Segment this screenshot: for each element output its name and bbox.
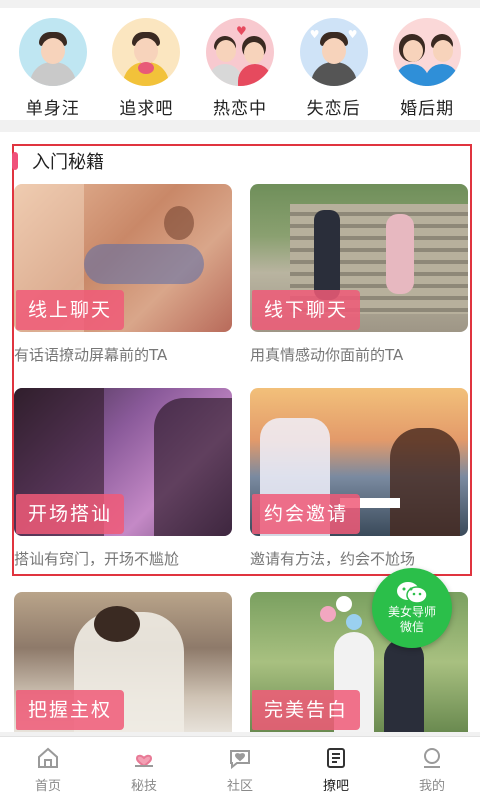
card-tag: 把握主权 — [16, 690, 125, 730]
card-tag: 线下聊天 — [252, 290, 361, 330]
category-label: 失恋后 — [306, 99, 361, 119]
card-description: 搭讪有窍门，开场不尴尬 — [14, 550, 180, 568]
couple-in-love-avatar-icon: ♥ — [205, 18, 274, 86]
category-label: 追求吧 — [119, 99, 174, 119]
single-person-avatar-icon — [18, 18, 87, 86]
wechat-icon — [397, 582, 428, 604]
card-pickup-opener[interactable]: 开场搭讪 搭讪有窍门，开场不尴尬 — [14, 388, 232, 569]
pursuit-avatar-icon — [112, 18, 181, 86]
nav-community[interactable]: 社区 — [200, 737, 280, 800]
card-image: 约会邀请 — [250, 388, 468, 536]
card-tag: 开场搭讪 — [16, 494, 125, 534]
category-label: 婚后期 — [400, 99, 455, 119]
wechat-mentor-badge[interactable]: 美女导师 微信 — [372, 568, 452, 648]
card-date-invite[interactable]: 约会邀请 邀请有方法，约会不尬场 — [250, 388, 468, 569]
category-single[interactable]: 单身汪 — [8, 18, 98, 120]
section-header: 入门秘籍 — [12, 148, 104, 174]
card-online-chat[interactable]: 线上聊天 有话语撩动屏幕前的TA — [14, 184, 232, 365]
category-row: 单身汪 追求吧 ♥ 热恋中 ♥ ♥ 失恋后 婚后期 — [0, 8, 480, 120]
card-image: 把握主权 — [14, 592, 232, 732]
wechat-badge-line2: 微信 — [399, 620, 424, 634]
nav-mine[interactable]: 我的 — [392, 737, 472, 800]
wechat-badge-line1: 美女导师 — [387, 605, 436, 619]
section-accent-bar — [12, 152, 18, 170]
card-description: 邀请有方法，约会不尬场 — [250, 550, 416, 568]
category-pursuit[interactable]: 追求吧 — [101, 18, 191, 120]
card-offline-chat[interactable]: 线下聊天 用真情感动你面前的TA — [250, 184, 468, 365]
card-tag: 约会邀请 — [252, 494, 361, 534]
card-image: 开场搭讪 — [14, 388, 232, 536]
category-heartbroken[interactable]: ♥ ♥ 失恋后 — [289, 18, 379, 120]
category-married[interactable]: 婚后期 — [382, 18, 472, 120]
category-label: 单身汪 — [25, 99, 80, 119]
nav-flirt[interactable]: 撩吧 — [296, 737, 376, 800]
home-icon — [35, 745, 61, 771]
nav-label: 首页 — [34, 779, 61, 794]
bottom-nav: 首页 秘技 社区 撩吧 我的 — [0, 736, 480, 800]
list-icon — [323, 745, 349, 771]
heart-hand-icon — [131, 745, 157, 771]
top-strip — [0, 0, 480, 8]
card-description: 用真情感动你面前的TA — [250, 346, 404, 364]
card-image: 线下聊天 — [250, 184, 468, 332]
category-in-love[interactable]: ♥ 热恋中 — [195, 18, 285, 120]
nav-label: 社区 — [226, 779, 253, 794]
section-title: 入门秘籍 — [32, 152, 104, 173]
card-tag: 完美告白 — [252, 690, 361, 730]
user-icon — [419, 745, 445, 771]
card-tag: 线上聊天 — [16, 290, 125, 330]
nav-tips[interactable]: 秘技 — [104, 737, 184, 800]
nav-label: 我的 — [418, 779, 445, 794]
heartbroken-avatar-icon: ♥ ♥ — [299, 18, 368, 86]
section-gap — [0, 120, 480, 132]
chat-heart-icon — [227, 745, 253, 771]
card-description: 有话语撩动屏幕前的TA — [14, 346, 168, 364]
card-image: 线上聊天 — [14, 184, 232, 332]
married-couple-avatar-icon — [393, 18, 462, 86]
nav-home[interactable]: 首页 — [8, 737, 88, 800]
category-label: 热恋中 — [212, 99, 267, 119]
nav-label: 秘技 — [130, 779, 157, 794]
card-take-control[interactable]: 把握主权 — [14, 592, 232, 732]
nav-label: 撩吧 — [322, 779, 349, 794]
